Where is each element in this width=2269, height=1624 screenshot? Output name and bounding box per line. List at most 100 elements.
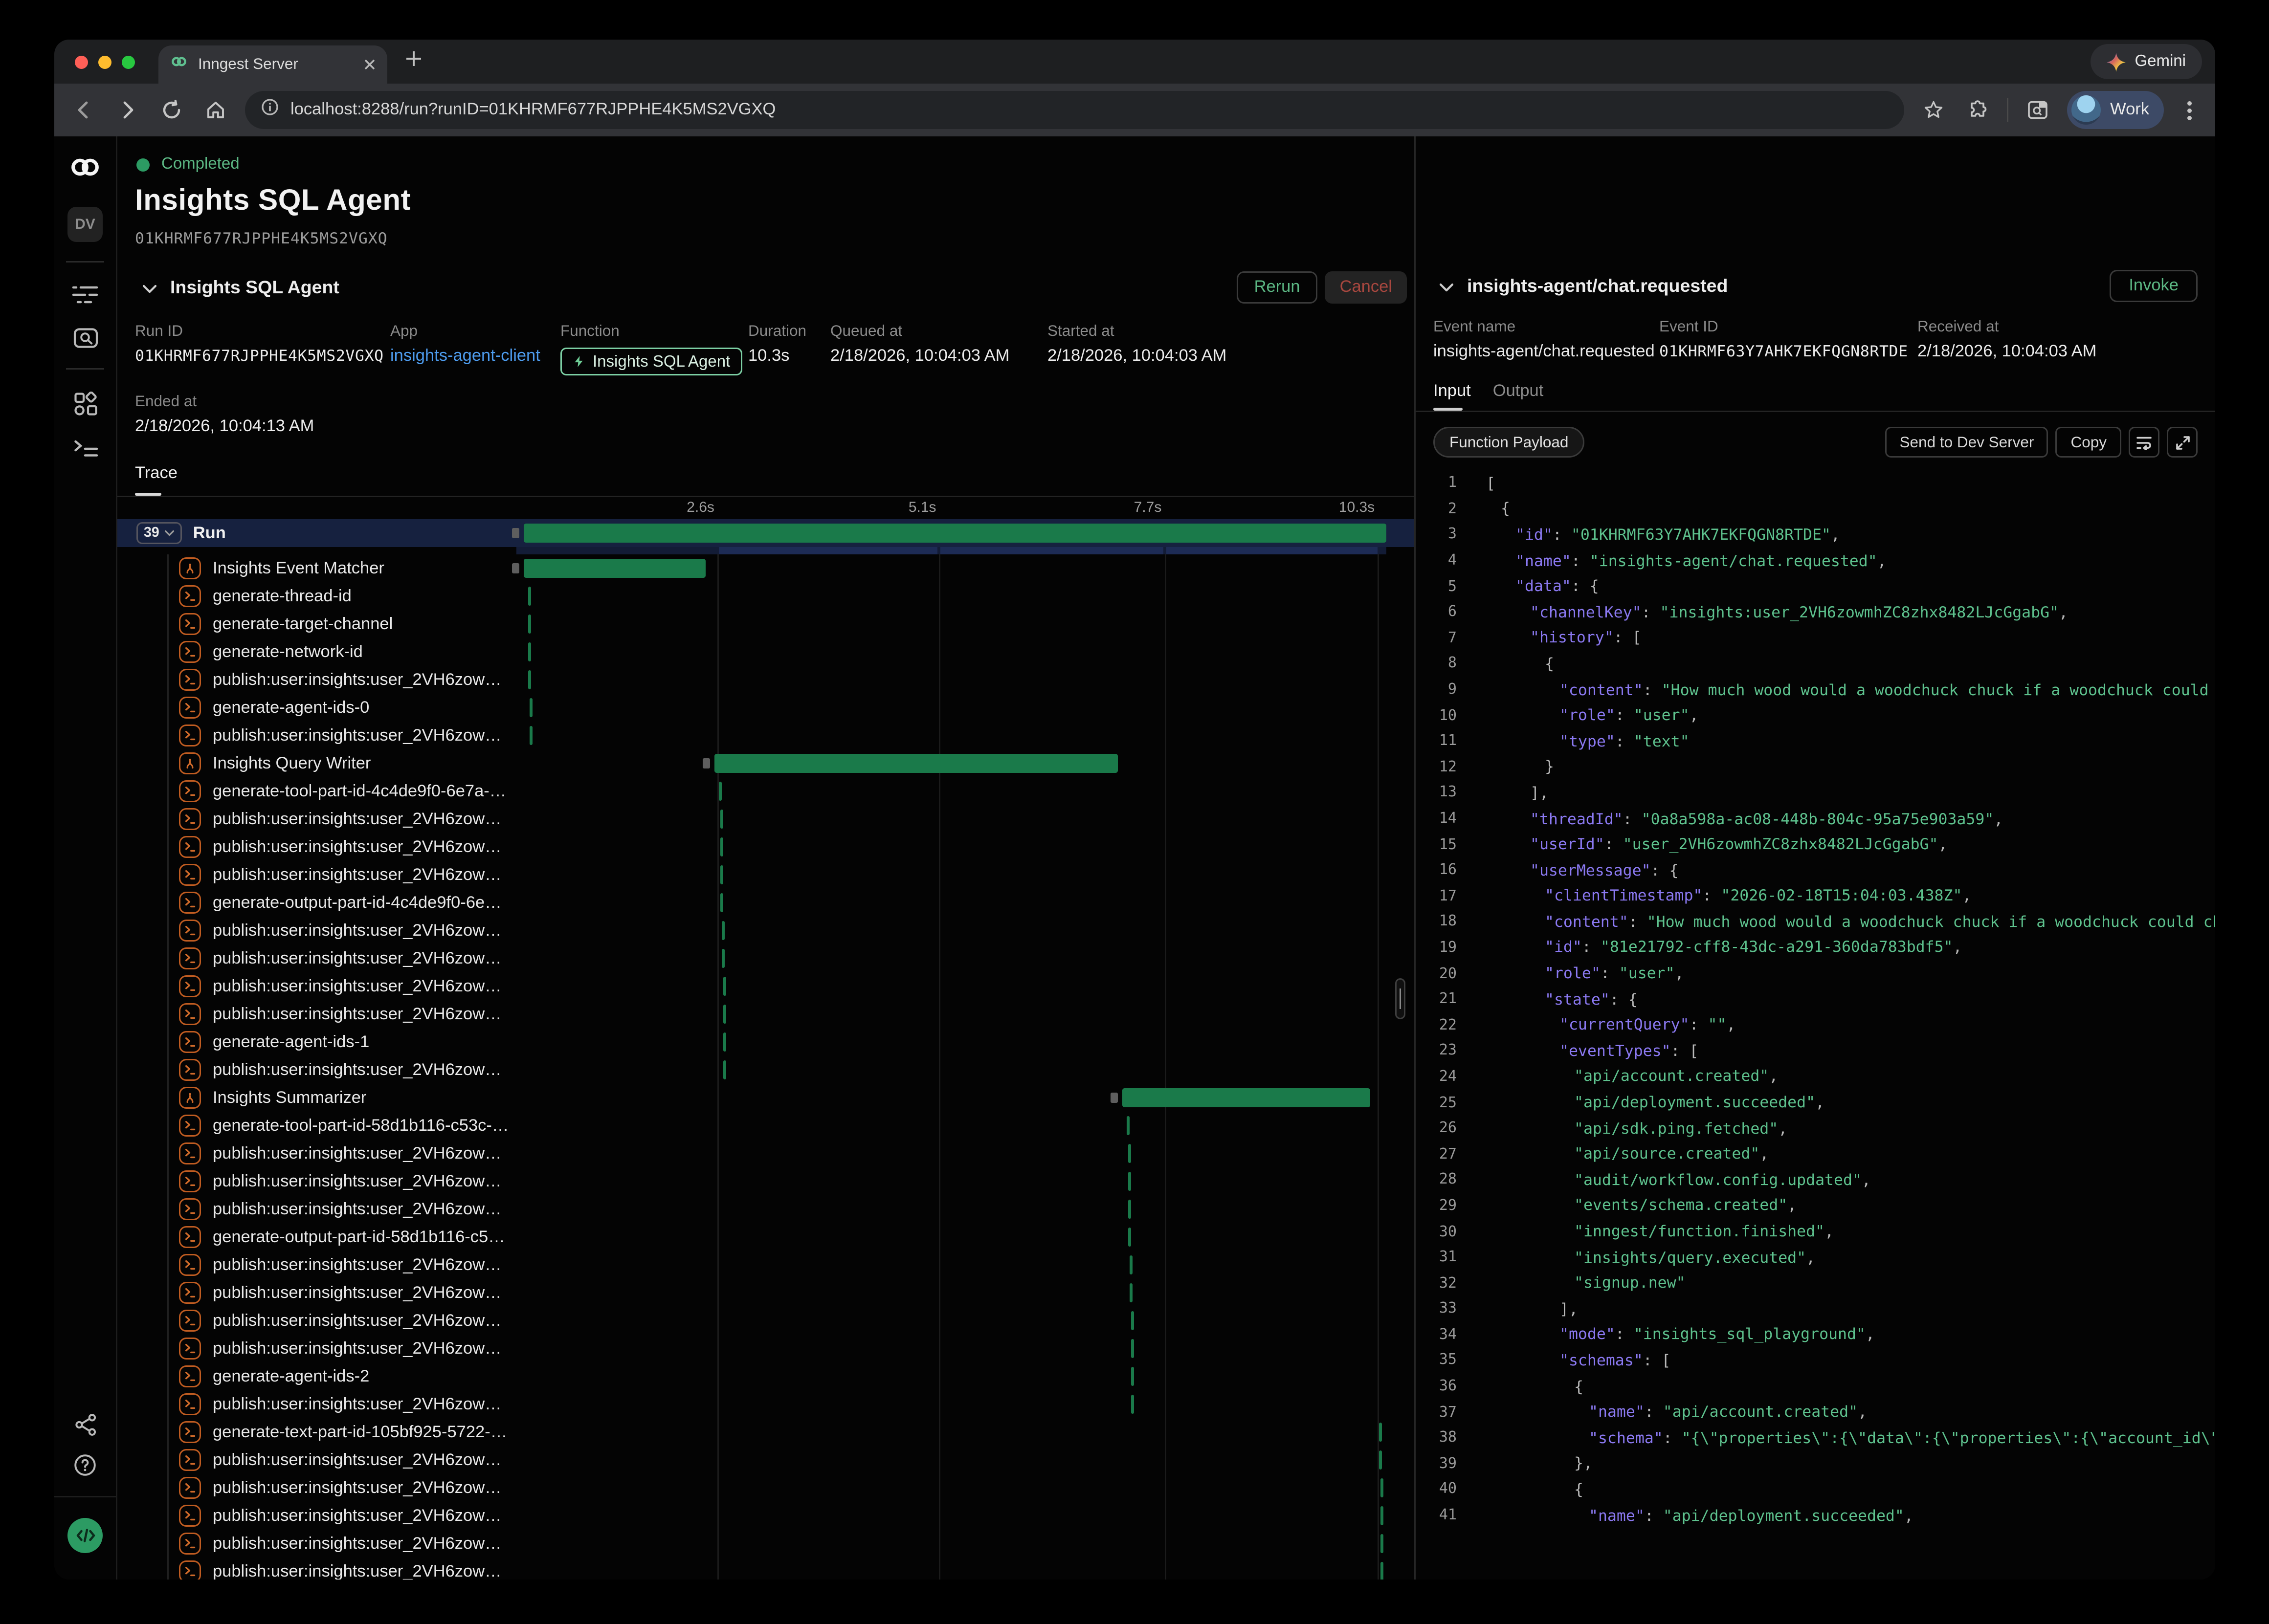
tab-output[interactable]: Output: [1493, 383, 1544, 411]
run-step-icon: [179, 613, 201, 635]
span-bar: [719, 782, 722, 801]
function-payload-pill[interactable]: Function Payload: [1433, 427, 1584, 458]
trace-row[interactable]: publish:user:insights:user_2VH6zowmhZC8z…: [117, 1446, 1414, 1474]
chevron-down-icon[interactable]: [142, 274, 157, 301]
trace-row[interactable]: publish:user:insights:user_2VH6zowmhZC8z…: [117, 1335, 1414, 1362]
code-line: 39},: [1416, 1451, 2215, 1477]
invoke-button[interactable]: Invoke: [2110, 270, 2198, 302]
trace-row[interactable]: publish:user:insights:user_2VH6zowmhZC8z…: [117, 1390, 1414, 1418]
run-expander[interactable]: 39: [136, 522, 181, 544]
cancel-button[interactable]: Cancel: [1325, 271, 1407, 304]
word-wrap-icon[interactable]: [2129, 427, 2159, 458]
trace-row[interactable]: publish:user:insights:user_2VH6zowmhZC8z…: [117, 1140, 1414, 1167]
run-span-bar: [523, 524, 1386, 543]
trace-row[interactable]: publish:user:insights:user_2VH6zowmhZC8z…: [117, 1502, 1414, 1530]
trace-row-label: publish:user:insights:user_2VH6zowmhZC8z…: [213, 727, 516, 745]
trace-row[interactable]: publish:user:insights:user_2VH6zowmhZC8z…: [117, 1474, 1414, 1502]
trace-row[interactable]: publish:user:insights:user_2VH6zowmhZC8z…: [117, 1530, 1414, 1558]
inngest-logo-icon[interactable]: [69, 155, 101, 186]
code-line: 32"signup.new": [1416, 1271, 2215, 1296]
sidebar-item-runs[interactable]: [72, 285, 98, 305]
back-icon[interactable]: [69, 95, 98, 125]
sidebar-item-events[interactable]: [73, 327, 98, 349]
function-chip[interactable]: Insights SQL Agent: [560, 348, 742, 375]
trace-row[interactable]: publish:user:insights:user_2VH6zowmhZC8z…: [117, 944, 1414, 972]
trace-row[interactable]: publish:user:insights:user_2VH6zowmhZC8z…: [117, 1167, 1414, 1195]
browser-tab[interactable]: Inngest Server: [158, 45, 387, 84]
trace-row[interactable]: publish:user:insights:user_2VH6zowmhZC8z…: [117, 722, 1414, 749]
trace-row[interactable]: publish:user:insights:user_2VH6zowmhZC8z…: [117, 833, 1414, 861]
window-controls[interactable]: [75, 55, 135, 68]
span-bar: [721, 865, 724, 884]
event-title: insights-agent/chat.requested: [1467, 276, 1728, 296]
trace-row[interactable]: Insights Summarizer: [117, 1084, 1414, 1112]
payload-json-editor: 1[2{3"id": "01KHRMF63Y7AHK7EKFQGN8RTDE",…: [1416, 471, 2215, 1580]
trace-row[interactable]: publish:user:insights:user_2VH6zowmhZC8z…: [117, 1558, 1414, 1580]
trace-row[interactable]: generate-tool-part-id-58d1b116-c53c-4e6c…: [117, 1112, 1414, 1140]
span-bar: [523, 559, 706, 578]
reload-icon[interactable]: [157, 95, 186, 125]
bookmark-star-icon[interactable]: [1919, 95, 1949, 125]
sidebar-item-functions[interactable]: [73, 439, 98, 458]
panel-resize-handle[interactable]: [1395, 978, 1405, 1019]
code-line: 35"schemas": [: [1416, 1348, 2215, 1374]
trace-row-run[interactable]: 39Run: [117, 519, 1414, 547]
app-link[interactable]: insights-agent-client: [390, 348, 560, 365]
new-tab-icon[interactable]: [405, 48, 423, 75]
side-search-icon[interactable]: [2024, 95, 2053, 125]
trace-row[interactable]: Insights Query Writer: [117, 749, 1414, 777]
close-window-icon[interactable]: [75, 55, 88, 68]
extensions-icon[interactable]: [1963, 95, 1993, 125]
trace-row-label: Insights Event Matcher: [213, 560, 390, 577]
trace-row[interactable]: publish:user:insights:user_2VH6zowmhZC8z…: [117, 1056, 1414, 1084]
profile-chip[interactable]: Work: [2068, 91, 2164, 129]
trace-row[interactable]: generate-output-part-id-4c4de9f0-6e7a-4d…: [117, 889, 1414, 917]
trace-row[interactable]: generate-text-part-id-105bf925-5722-4371…: [117, 1418, 1414, 1446]
expand-icon[interactable]: [2167, 427, 2198, 458]
tab-input[interactable]: Input: [1433, 383, 1471, 411]
trace-row[interactable]: generate-output-part-id-58d1b116-c53c-4e…: [117, 1223, 1414, 1251]
help-icon[interactable]: [73, 1453, 97, 1477]
trace-row[interactable]: generate-agent-ids-2: [117, 1362, 1414, 1390]
trace-row[interactable]: generate-agent-ids-0: [117, 694, 1414, 722]
tab-trace[interactable]: Trace: [135, 459, 178, 496]
trace-row[interactable]: publish:user:insights:user_2VH6zowmhZC8z…: [117, 1307, 1414, 1335]
trace-row[interactable]: Insights Event Matcher: [117, 554, 1414, 582]
trace-row[interactable]: publish:user:insights:user_2VH6zowmhZC8z…: [117, 972, 1414, 1000]
rerun-button[interactable]: Rerun: [1237, 271, 1318, 304]
workspace-avatar[interactable]: DV: [67, 207, 103, 242]
url-text[interactable]: localhost:8288/run?runID=01KHRMF677RJPPH…: [290, 101, 776, 119]
gemini-button[interactable]: Gemini: [2091, 44, 2202, 79]
chevron-down-icon[interactable]: [1439, 273, 1454, 299]
trace-row[interactable]: publish:user:insights:user_2VH6zowmhZC8z…: [117, 1195, 1414, 1223]
zoom-window-icon[interactable]: [122, 55, 135, 68]
trace-row[interactable]: publish:user:insights:user_2VH6zowmhZC8z…: [117, 917, 1414, 944]
trace-row[interactable]: publish:user:insights:user_2VH6zowmhZC8z…: [117, 1000, 1414, 1028]
code-line: 15"userId": "user_2VH6zowmhZC8zhx8482LJc…: [1416, 832, 2215, 858]
copy-button[interactable]: Copy: [2056, 427, 2121, 458]
dev-mode-button[interactable]: [67, 1518, 103, 1553]
trace-row[interactable]: publish:user:insights:user_2VH6zowmhZC8z…: [117, 861, 1414, 889]
address-bar[interactable]: localhost:8288/run?runID=01KHRMF677RJPPH…: [245, 91, 1905, 129]
trace-row[interactable]: publish:user:insights:user_2VH6zowmhZC8z…: [117, 1251, 1414, 1279]
trace-row[interactable]: generate-thread-id: [117, 582, 1414, 610]
close-tab-icon[interactable]: [364, 59, 376, 70]
code-line: 18"content": "How much wood would a wood…: [1416, 909, 2215, 935]
trace-row[interactable]: publish:user:insights:user_2VH6zowmhZC8z…: [117, 1279, 1414, 1307]
share-feedback-icon[interactable]: [74, 1414, 96, 1436]
trace-row[interactable]: generate-network-id: [117, 638, 1414, 666]
sidebar-item-apps[interactable]: [73, 392, 98, 417]
trace-row[interactable]: publish:user:insights:user_2VH6zowmhZC8z…: [117, 805, 1414, 833]
trace-row[interactable]: generate-agent-ids-1: [117, 1028, 1414, 1056]
span-bar: [720, 810, 723, 829]
send-to-dev-server-button[interactable]: Send to Dev Server: [1885, 427, 2049, 458]
forward-icon[interactable]: [113, 95, 142, 125]
site-info-icon[interactable]: [261, 97, 279, 123]
code-line: 31"insights/query.executed",: [1416, 1245, 2215, 1271]
home-icon[interactable]: [201, 95, 230, 125]
trace-row[interactable]: publish:user:insights:user_2VH6zowmhZC8z…: [117, 666, 1414, 694]
trace-row[interactable]: generate-tool-part-id-4c4de9f0-6e7a-4de6…: [117, 777, 1414, 805]
browser-menu-icon[interactable]: [2187, 108, 2192, 112]
minimize-window-icon[interactable]: [98, 55, 111, 68]
trace-row[interactable]: generate-target-channel: [117, 610, 1414, 638]
